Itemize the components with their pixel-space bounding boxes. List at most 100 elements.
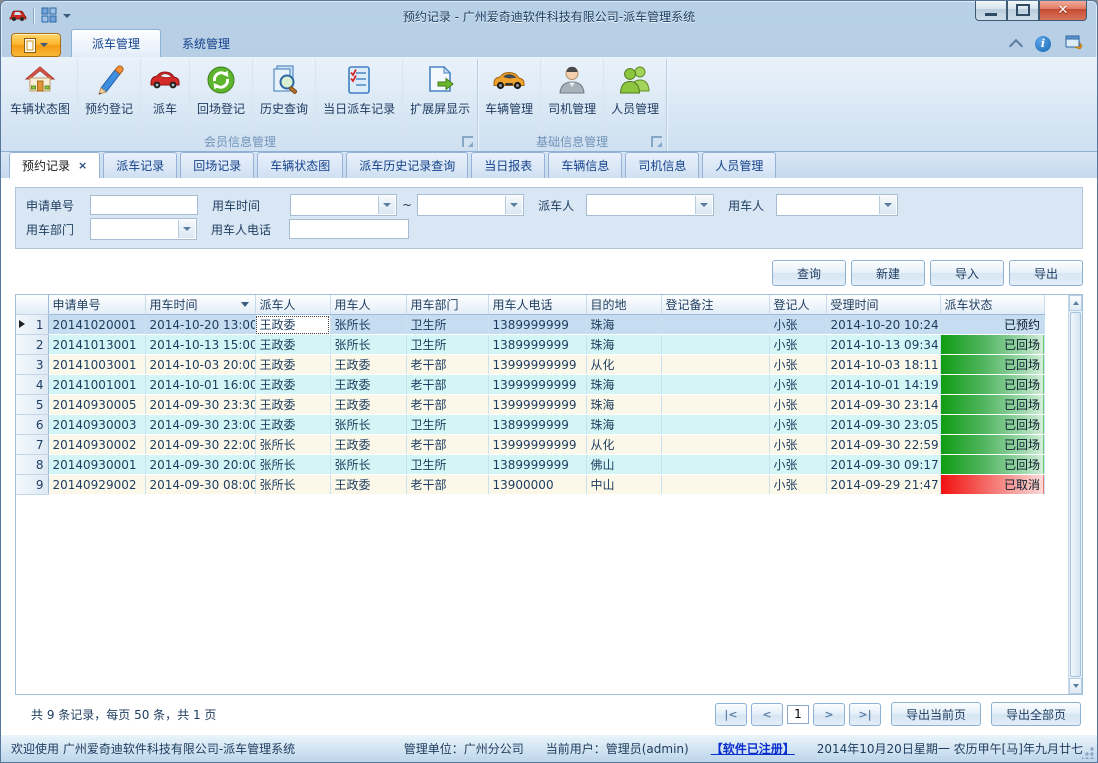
grid-cell[interactable]: 珠海	[586, 395, 661, 415]
col-registrar[interactable]: 登记人	[769, 295, 826, 315]
grid-cell[interactable]: 张所长	[330, 415, 406, 435]
return-register-button[interactable]: 回场登记	[190, 59, 253, 132]
group-dialog-launcher-icon[interactable]	[462, 136, 473, 147]
row-header[interactable]: 6	[16, 415, 48, 435]
resize-grip[interactable]	[1082, 747, 1094, 759]
grid-cell[interactable]: 小张	[769, 375, 826, 395]
grid-cell[interactable]: 20140930005	[48, 395, 145, 415]
grid-cell[interactable]: 20140929002	[48, 475, 145, 495]
department-select[interactable]	[90, 218, 197, 240]
import-button[interactable]: 导入	[930, 260, 1004, 286]
ribbon-tab-system[interactable]: 系统管理	[161, 29, 251, 57]
grid-cell[interactable]: 老干部	[406, 355, 488, 375]
dispatch-status-cell[interactable]: 已取消	[940, 475, 1045, 495]
chevron-down-icon[interactable]	[378, 196, 395, 214]
grid-cell[interactable]: 13999999999	[488, 355, 586, 375]
prev-page-button[interactable]: <	[751, 703, 783, 726]
grid-cell[interactable]: 张所长	[330, 315, 406, 335]
grid-cell[interactable]: 王政委	[330, 355, 406, 375]
sort-arrow-icon[interactable]	[241, 302, 249, 307]
col-phone[interactable]: 用车人电话	[488, 295, 586, 315]
col-request-no[interactable]: 申请单号	[48, 295, 145, 315]
grid-cell[interactable]: 卫生所	[406, 315, 488, 335]
row-header[interactable]: 9	[16, 475, 48, 495]
grid-cell[interactable]: 2014-09-30 20:00	[145, 455, 255, 475]
row-header[interactable]: 2	[16, 335, 48, 355]
new-button[interactable]: 新建	[851, 260, 925, 286]
col-use-time[interactable]: 用车时间	[145, 295, 255, 315]
group-dialog-launcher-icon[interactable]	[651, 136, 662, 147]
grid-cell[interactable]: 珠海	[586, 415, 661, 435]
grid-cell[interactable]: 老干部	[406, 375, 488, 395]
grid-cell[interactable]: 2014-10-03 20:00	[145, 355, 255, 375]
grid-cell[interactable]	[661, 475, 769, 495]
grid-cell[interactable]: 张所长	[255, 455, 330, 475]
grid-cell[interactable]: 王政委	[330, 395, 406, 415]
row-header[interactable]: 4	[16, 375, 48, 395]
grid-cell[interactable]: 卫生所	[406, 415, 488, 435]
tab-reservation-records[interactable]: 预约记录×	[9, 152, 100, 178]
grid-cell[interactable]	[661, 415, 769, 435]
personnel-manage-button[interactable]: 人员管理	[604, 59, 666, 132]
chevron-down-icon[interactable]	[63, 14, 71, 18]
grid-cell[interactable]: 13999999999	[488, 435, 586, 455]
grid-cell[interactable]: 2014-09-30 22:59	[826, 435, 940, 455]
grid-cell[interactable]: 张所长	[330, 335, 406, 355]
grid-cell[interactable]: 2014-10-01 14:19	[826, 375, 940, 395]
row-header[interactable]: 5	[16, 395, 48, 415]
grid-cell[interactable]: 卫生所	[406, 335, 488, 355]
grid-cell[interactable]: 王政委	[330, 375, 406, 395]
grid-cell[interactable]	[661, 375, 769, 395]
query-button[interactable]: 查询	[772, 260, 846, 286]
table-row[interactable]: 3201410030012014-10-03 20:00王政委王政委老干部139…	[16, 355, 1045, 375]
tab-daily-report[interactable]: 当日报表	[471, 152, 545, 178]
dispatch-status-cell[interactable]: 已预约	[940, 315, 1045, 335]
grid-cell[interactable]: 2014-10-20 13:00	[145, 315, 255, 335]
tab-dispatch-history-query[interactable]: 派车历史记录查询	[346, 152, 468, 178]
vehicle-status-map-button[interactable]: 车辆状态图	[3, 59, 78, 132]
last-page-button[interactable]: >|	[849, 703, 881, 726]
grid-cell[interactable]: 20141020001	[48, 315, 145, 335]
grid-cell[interactable]: 2014-09-30 23:05	[826, 415, 940, 435]
chevron-down-icon[interactable]	[879, 196, 896, 214]
grid-cell[interactable]: 1389999999	[488, 315, 586, 335]
extended-screen-button[interactable]: 扩展屏显示	[403, 59, 477, 132]
grid-cell[interactable]: 老干部	[406, 395, 488, 415]
col-destination[interactable]: 目的地	[586, 295, 661, 315]
grid-cell[interactable]: 张所长	[330, 455, 406, 475]
grid-cell[interactable]: 王政委	[255, 335, 330, 355]
grid-cell[interactable]: 2014-09-30 23:14	[826, 395, 940, 415]
grid-cell[interactable]: 13999999999	[488, 375, 586, 395]
ribbon-tab-dispatch[interactable]: 派车管理	[71, 29, 161, 57]
grid-cell[interactable]	[661, 435, 769, 455]
vehicle-manage-button[interactable]: 车辆管理	[478, 59, 541, 132]
grid-cell[interactable]	[661, 395, 769, 415]
phone-input[interactable]	[289, 219, 409, 239]
grid-cell[interactable]: 佛山	[586, 455, 661, 475]
close-button[interactable]: ✕	[1039, 0, 1087, 21]
chevron-down-icon[interactable]	[505, 196, 522, 214]
grid-cell[interactable]: 小张	[769, 435, 826, 455]
grid-cell[interactable]: 20140930003	[48, 415, 145, 435]
dispatch-button[interactable]: 派车	[141, 59, 190, 132]
grid-cell[interactable]: 20140930002	[48, 435, 145, 455]
tab-dispatch-records[interactable]: 派车记录	[103, 152, 177, 178]
table-row[interactable]: 5201409300052014-09-30 23:30王政委王政委老干部139…	[16, 395, 1045, 415]
grid-cell[interactable]: 2014-10-13 09:34	[826, 335, 940, 355]
grid-cell[interactable]: 小张	[769, 395, 826, 415]
grid-cell[interactable]: 珠海	[586, 315, 661, 335]
app-menu-button[interactable]	[11, 33, 61, 57]
info-icon[interactable]: i	[1035, 36, 1051, 52]
layout-grid-icon[interactable]	[41, 7, 57, 26]
table-row[interactable]: 2201410130012014-10-13 15:00王政委张所长卫生所138…	[16, 335, 1045, 355]
export-all-pages-button[interactable]: 导出全部页	[991, 702, 1081, 726]
col-remarks[interactable]: 登记备注	[661, 295, 769, 315]
grid-cell[interactable]: 从化	[586, 435, 661, 455]
tab-vehicle-status-map[interactable]: 车辆状态图	[257, 152, 343, 178]
col-user[interactable]: 用车人	[330, 295, 406, 315]
row-header[interactable]: 1	[16, 315, 48, 335]
chevron-down-icon[interactable]	[695, 196, 712, 214]
vertical-scrollbar[interactable]	[1068, 295, 1082, 694]
grid-cell[interactable]: 2014-10-01 16:00	[145, 375, 255, 395]
grid-cell[interactable]: 小张	[769, 475, 826, 495]
